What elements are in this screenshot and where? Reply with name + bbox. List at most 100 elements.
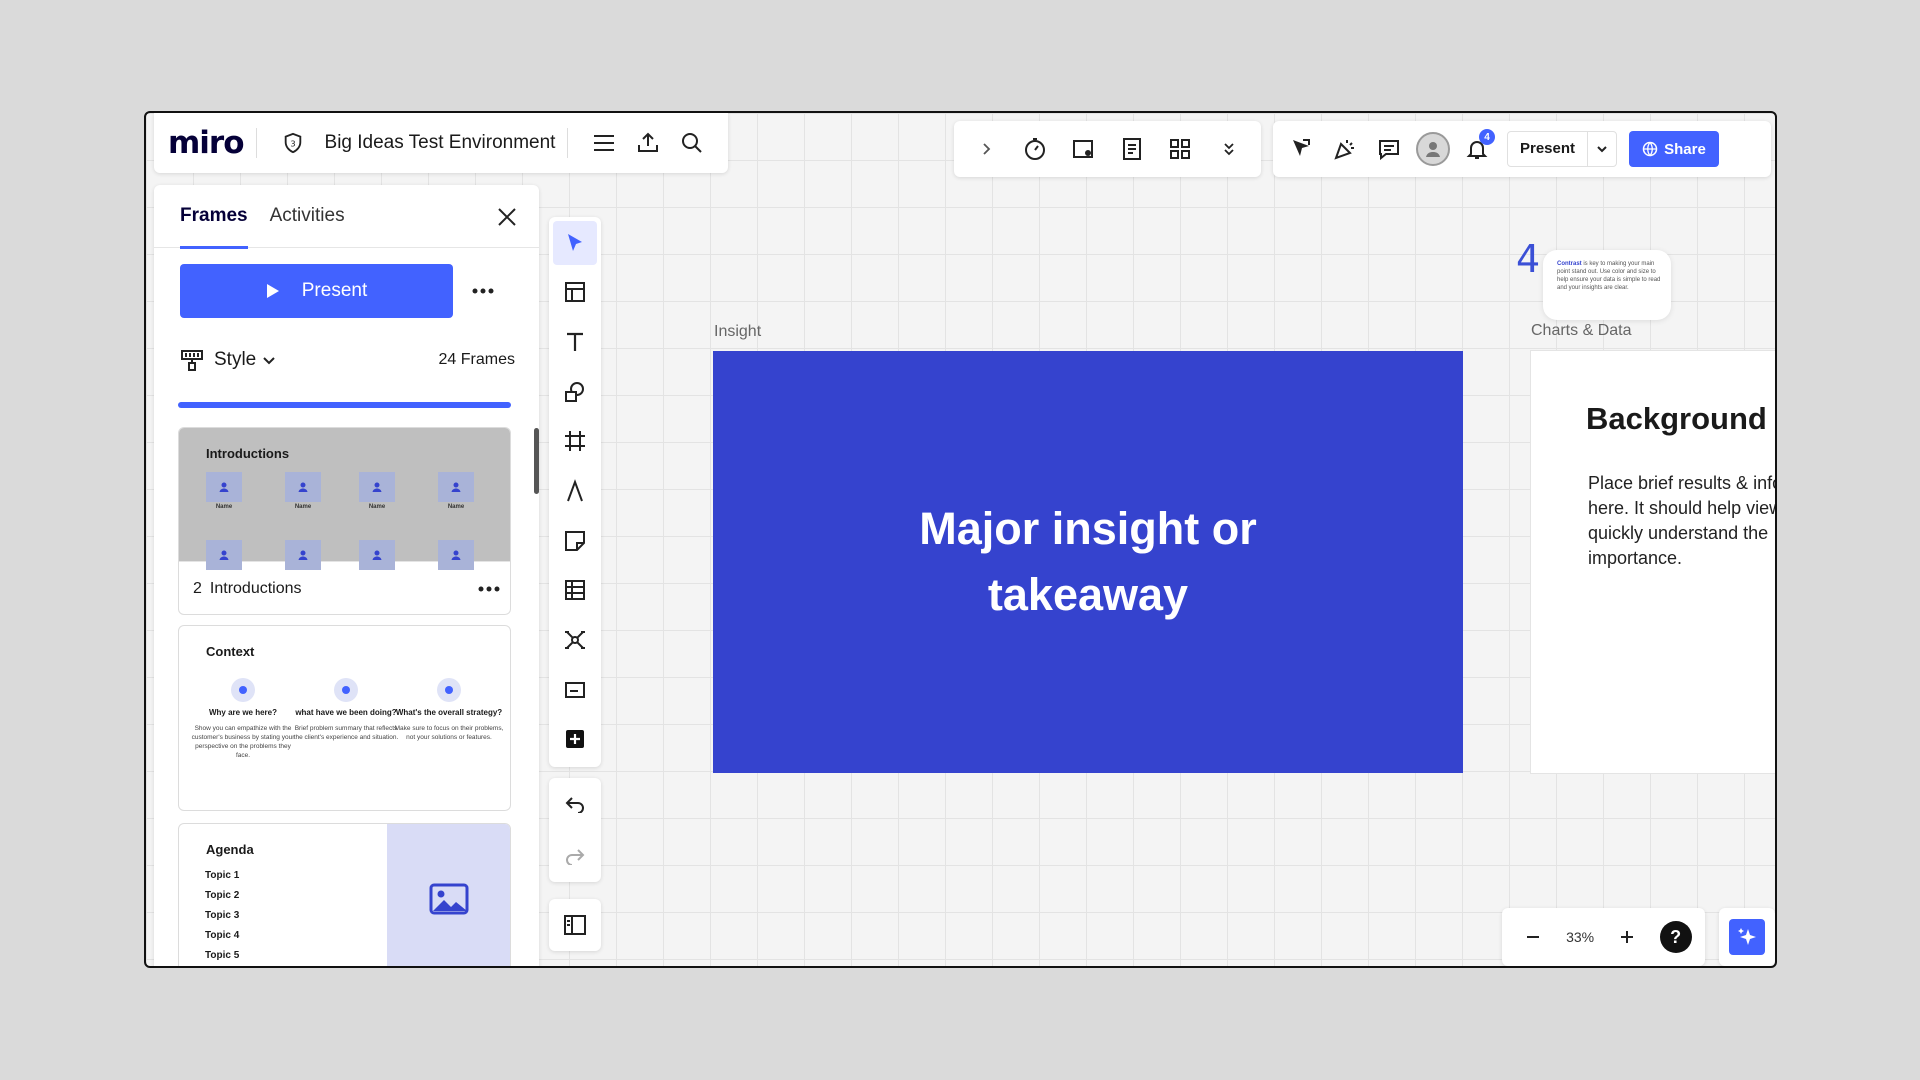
zoom-level[interactable]: 33%	[1566, 929, 1594, 945]
agenda-topic: Topic 1	[205, 870, 240, 881]
frame-more-icon[interactable]	[471, 575, 507, 603]
zoom-controls: 33% ?	[1502, 908, 1705, 966]
cursor-flag-icon[interactable]	[1279, 127, 1323, 171]
tab-activities[interactable]: Activities	[270, 185, 345, 248]
panel-tabs: Frames Activities	[154, 185, 539, 249]
style-selector[interactable]: Style 24 Frames	[180, 345, 515, 375]
share-label: Share	[1664, 140, 1706, 158]
board-header: miro 3 Big Ideas Test Environment	[154, 113, 728, 173]
chevron-down-icon	[263, 357, 275, 365]
tip-note[interactable]: Contrast is key to making your main poin…	[1543, 250, 1671, 320]
context-column: What's the overall strategy? Make sure t…	[394, 678, 504, 742]
insight-text: Major insight or takeaway	[919, 503, 1257, 620]
tip-bold: Contrast	[1557, 261, 1582, 267]
person-avatar-icon	[285, 472, 321, 502]
history-toolbar	[549, 778, 601, 882]
frame-card-introductions[interactable]: Introductions Name Name Name Name 2 Introdu…	[178, 427, 511, 615]
zoom-out-icon[interactable]	[1515, 919, 1551, 955]
double-chevron-down-icon[interactable]	[1209, 129, 1249, 169]
help-button[interactable]: ?	[1659, 921, 1692, 953]
sidebar-toggle-icon[interactable]	[549, 899, 601, 951]
person-avatar-icon	[359, 472, 395, 502]
agenda-list: Topic 1 Topic 2 Topic 3 Topic 4 Topic 5	[205, 870, 240, 966]
context-heading: What's the overall strategy?	[395, 708, 503, 717]
creation-toolbar	[549, 217, 601, 767]
frame-progress-bar	[178, 402, 511, 408]
comment-icon[interactable]	[1367, 127, 1411, 171]
shield-icon[interactable]: 3	[273, 123, 313, 163]
notification-badge: 4	[1479, 129, 1495, 145]
charts-body: Place brief results & info here. It shou…	[1588, 473, 1775, 568]
share-button[interactable]: Share	[1629, 131, 1719, 167]
frame-count: 24 Frames	[438, 351, 515, 368]
search-icon[interactable]	[672, 123, 712, 163]
zoom-in-icon[interactable]	[1609, 919, 1645, 955]
select-cursor-icon[interactable]	[553, 221, 597, 265]
celebrate-icon[interactable]	[1323, 127, 1367, 171]
person-avatar-icon	[206, 472, 242, 502]
user-avatar[interactable]	[1411, 127, 1455, 171]
divider	[255, 128, 257, 158]
collaboration-bar: 4 Present Share	[1273, 121, 1771, 177]
charts-heading: Background	[1586, 401, 1767, 436]
present-frames-button[interactable]: Present	[180, 264, 453, 318]
board-name[interactable]: Big Ideas Test Environment	[325, 132, 556, 154]
divider	[567, 128, 569, 158]
video-icon[interactable]	[1063, 129, 1103, 169]
timer-icon[interactable]	[1015, 129, 1055, 169]
frame-card-agenda[interactable]: Agenda Topic 1 Topic 2 Topic 3 Topic 4 T…	[178, 823, 511, 966]
shapes-icon[interactable]	[553, 370, 597, 414]
sticky-number[interactable]: 4	[1516, 237, 1540, 281]
person-avatar-icon	[359, 540, 395, 570]
person-name-label: Name	[368, 504, 386, 510]
export-icon[interactable]	[628, 123, 668, 163]
ai-assist-button[interactable]	[1719, 908, 1775, 966]
sticky-note-icon[interactable]	[553, 519, 597, 563]
miro-logo[interactable]: miro	[168, 125, 245, 161]
grid-apps-icon[interactable]	[1160, 129, 1200, 169]
sparkle-icon	[1729, 919, 1765, 955]
style-label: Style	[214, 349, 257, 370]
context-column: Why are we here? Show you can empathize …	[188, 678, 298, 760]
globe-icon	[1642, 141, 1658, 157]
charts-data-frame[interactable]: Background Place brief results & info he…	[1530, 350, 1775, 774]
person-avatar-icon	[438, 472, 474, 502]
redo-icon[interactable]	[553, 834, 597, 878]
card-icon[interactable]	[553, 668, 597, 712]
templates-icon[interactable]	[553, 271, 597, 315]
frame-title-charts[interactable]: Charts & Data	[1531, 322, 1631, 340]
agenda-topic: Topic 3	[205, 910, 240, 921]
more-options-icon[interactable]	[465, 277, 501, 305]
svg-text:3: 3	[290, 139, 295, 149]
chevron-right-icon[interactable]	[966, 129, 1006, 169]
scrollbar[interactable]	[534, 428, 539, 494]
frame-title-insight[interactable]: Insight	[714, 323, 761, 341]
close-icon[interactable]	[493, 203, 521, 231]
text-icon[interactable]	[553, 320, 597, 364]
chevron-down-icon[interactable]	[1588, 143, 1616, 155]
notifications-button[interactable]: 4	[1455, 127, 1499, 171]
present-button[interactable]: Present	[1508, 132, 1588, 166]
miro-board-window: miro 3 Big Ideas Test Environment 4 Pres…	[144, 111, 1777, 968]
person-icon	[231, 678, 255, 702]
present-dropdown[interactable]: Present	[1507, 131, 1617, 167]
present-label: Present	[301, 280, 368, 301]
thumb-title: Introductions	[206, 446, 290, 461]
menu-icon[interactable]	[584, 123, 624, 163]
mind-map-icon[interactable]	[553, 618, 597, 662]
insight-frame[interactable]: Major insight or takeaway	[713, 351, 1463, 773]
person-icon	[334, 678, 358, 702]
pen-icon[interactable]	[553, 469, 597, 513]
avatar	[1416, 132, 1450, 166]
frame-card-context[interactable]: Context Why are we here? Show you can em…	[178, 625, 511, 811]
thumb-title: Agenda	[206, 842, 254, 857]
frame-icon[interactable]	[553, 420, 597, 464]
person-avatar-icon	[206, 540, 242, 570]
tab-frames[interactable]: Frames	[180, 185, 248, 249]
context-body: Show you can empathize with the customer…	[191, 725, 295, 759]
add-more-icon[interactable]	[553, 717, 597, 761]
undo-icon[interactable]	[553, 782, 597, 826]
notes-icon[interactable]	[1112, 129, 1152, 169]
table-icon[interactable]	[553, 568, 597, 612]
agenda-topic: Topic 4	[205, 930, 240, 941]
